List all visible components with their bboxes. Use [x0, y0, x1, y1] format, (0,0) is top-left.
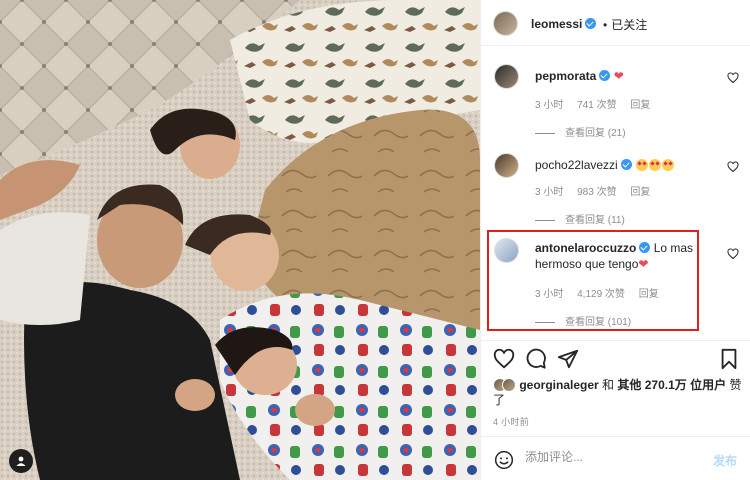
author-username-text[interactable]: leomessi	[531, 17, 582, 31]
comment-likes[interactable]: 741 次赞	[577, 100, 616, 111]
follow-status-label[interactable]: 已关注	[611, 18, 647, 32]
comment-icon[interactable]	[525, 348, 547, 370]
reply-button[interactable]: 回复	[630, 100, 650, 111]
comment-time: 3 小时	[535, 187, 564, 198]
commenter-username[interactable]: pocho22lavezzi	[535, 158, 618, 172]
separator-dot: •	[603, 18, 608, 32]
comment-likes[interactable]: 983 次赞	[577, 187, 616, 198]
reply-button[interactable]: 回复	[630, 187, 650, 198]
liker-avatar	[502, 378, 516, 392]
bookmark-icon[interactable]	[719, 348, 739, 370]
author-username[interactable]: leomessi	[531, 17, 597, 31]
heart-eyes-emoji-icon	[662, 159, 675, 171]
post-photo-image	[0, 0, 480, 480]
comment-meta: 3 小时 741 次赞 回复	[535, 96, 661, 111]
smiley-icon[interactable]	[494, 450, 514, 470]
author-avatar[interactable]	[493, 11, 518, 36]
liker-username[interactable]: georginaleger	[519, 378, 598, 392]
comment-like-heart-icon[interactable]	[727, 248, 739, 260]
verified-badge-icon	[620, 159, 632, 170]
replies-dash	[535, 132, 555, 134]
post-photo[interactable]	[0, 0, 480, 480]
highlight-box	[487, 230, 699, 331]
comment-line: pepmorata ❤	[535, 69, 624, 83]
comment-input[interactable]	[525, 450, 695, 464]
commenter-avatar[interactable]	[494, 153, 519, 178]
red-heart-emoji-icon: ❤	[613, 69, 624, 83]
verified-badge-icon	[599, 70, 611, 81]
heart-eyes-emoji-icon	[636, 159, 649, 171]
view-replies-label[interactable]: 查看回复 (11)	[565, 215, 625, 226]
view-replies-label[interactable]: 查看回复 (21)	[565, 128, 626, 139]
user-tag-icon	[16, 456, 26, 466]
replies-dash	[535, 219, 555, 221]
likes-connector: 和	[602, 378, 615, 392]
comment-item: pocho22lavezzi 3 小时 983 次赞 回复 查看回复 (11)	[481, 153, 750, 229]
comment-time: 3 小时	[535, 100, 564, 111]
heart-outline-icon[interactable]	[493, 348, 515, 370]
commenter-avatar[interactable]	[494, 64, 519, 89]
comment-like-heart-icon[interactable]	[727, 72, 739, 84]
likes-summary: georginaleger 和 其他 270.1万 位用户 赞了	[493, 378, 743, 408]
view-replies-button[interactable]: 查看回复 (21)	[535, 124, 626, 139]
likes-others-count[interactable]: 其他 270.1万 位用户	[617, 378, 726, 392]
post-time-ago[interactable]: 4 小时前	[493, 415, 529, 428]
tagged-users-button[interactable]	[9, 449, 33, 473]
comment-like-heart-icon[interactable]	[727, 161, 739, 173]
post-action-bar	[481, 340, 750, 376]
paper-plane-icon[interactable]	[557, 348, 579, 370]
post-comment-button[interactable]: 发布	[713, 452, 737, 469]
heart-eyes-emoji-icon	[649, 159, 662, 171]
comment-item: pepmorata ❤ 3 小时 741 次赞 回复 查看回复 (21)	[481, 64, 750, 140]
view-replies-button[interactable]: 查看回复 (11)	[535, 211, 625, 226]
add-comment-bar: 发布	[481, 436, 750, 480]
commenter-username[interactable]: pepmorata	[535, 69, 596, 83]
post-header: leomessi • 已关注	[481, 0, 750, 46]
comment-meta: 3 小时 983 次赞 回复	[535, 183, 661, 198]
comment-line: pocho22lavezzi	[535, 158, 675, 172]
follow-status[interactable]: • 已关注	[603, 16, 647, 33]
verified-badge-icon	[585, 18, 597, 29]
